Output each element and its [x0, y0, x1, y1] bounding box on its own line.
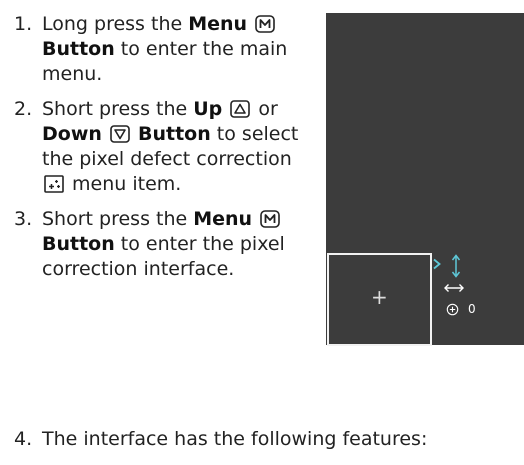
menu-label: Menu [193, 208, 253, 230]
step-text-part: Long press the [42, 13, 189, 35]
zoom-window: + [327, 253, 432, 346]
step-text-part: Short press the [42, 98, 194, 120]
x-coordinate-value: 0 [468, 302, 476, 316]
button-label: Button [42, 233, 115, 255]
step-number: 4. [14, 428, 33, 450]
button-label: Button [138, 123, 211, 145]
step-text: Short press the Menu Button to enter the… [42, 207, 314, 282]
step-text: The interface has the following features… [42, 428, 428, 450]
triangle-up-button-icon [230, 100, 251, 118]
step-text-part: menu item. [66, 173, 182, 195]
step-number: 3. [14, 208, 33, 230]
step-4: 4. The interface has the following featu… [14, 427, 524, 452]
menu-m-button-icon [260, 210, 280, 228]
pixel-correction-screen: + 0 [326, 13, 524, 346]
down-label: Down [42, 123, 102, 145]
triangle-down-button-icon [110, 125, 130, 143]
menu-label: Menu [188, 13, 248, 35]
target-coordinate-icon [446, 303, 459, 316]
crosshair-icon: + [371, 285, 388, 309]
step-3: 3. Short press the Menu Button to enter … [14, 207, 314, 282]
chevron-right-icon [433, 258, 441, 270]
step-text: Short press the Up or Down Button to sel… [42, 97, 314, 197]
pixel-defect-correction-icon [44, 175, 64, 193]
up-label: Up [193, 98, 223, 120]
instruction-list: 1. Long press the Menu Button to enter t… [14, 12, 314, 292]
step-text: Long press the Menu Button to enter the … [42, 12, 314, 87]
vertical-arrow-icon [451, 254, 461, 278]
step-1: 1. Long press the Menu Button to enter t… [14, 12, 314, 87]
step-2: 2. Short press the Up or Down Button to … [14, 97, 314, 197]
menu-m-button-icon [255, 15, 275, 33]
horizontal-arrow-icon [444, 284, 464, 292]
step-text-part: Short press the [42, 208, 194, 230]
step-number: 2. [14, 98, 33, 120]
step-text-part: or [252, 98, 278, 120]
step-number: 1. [14, 13, 33, 35]
button-label: Button [42, 38, 115, 60]
